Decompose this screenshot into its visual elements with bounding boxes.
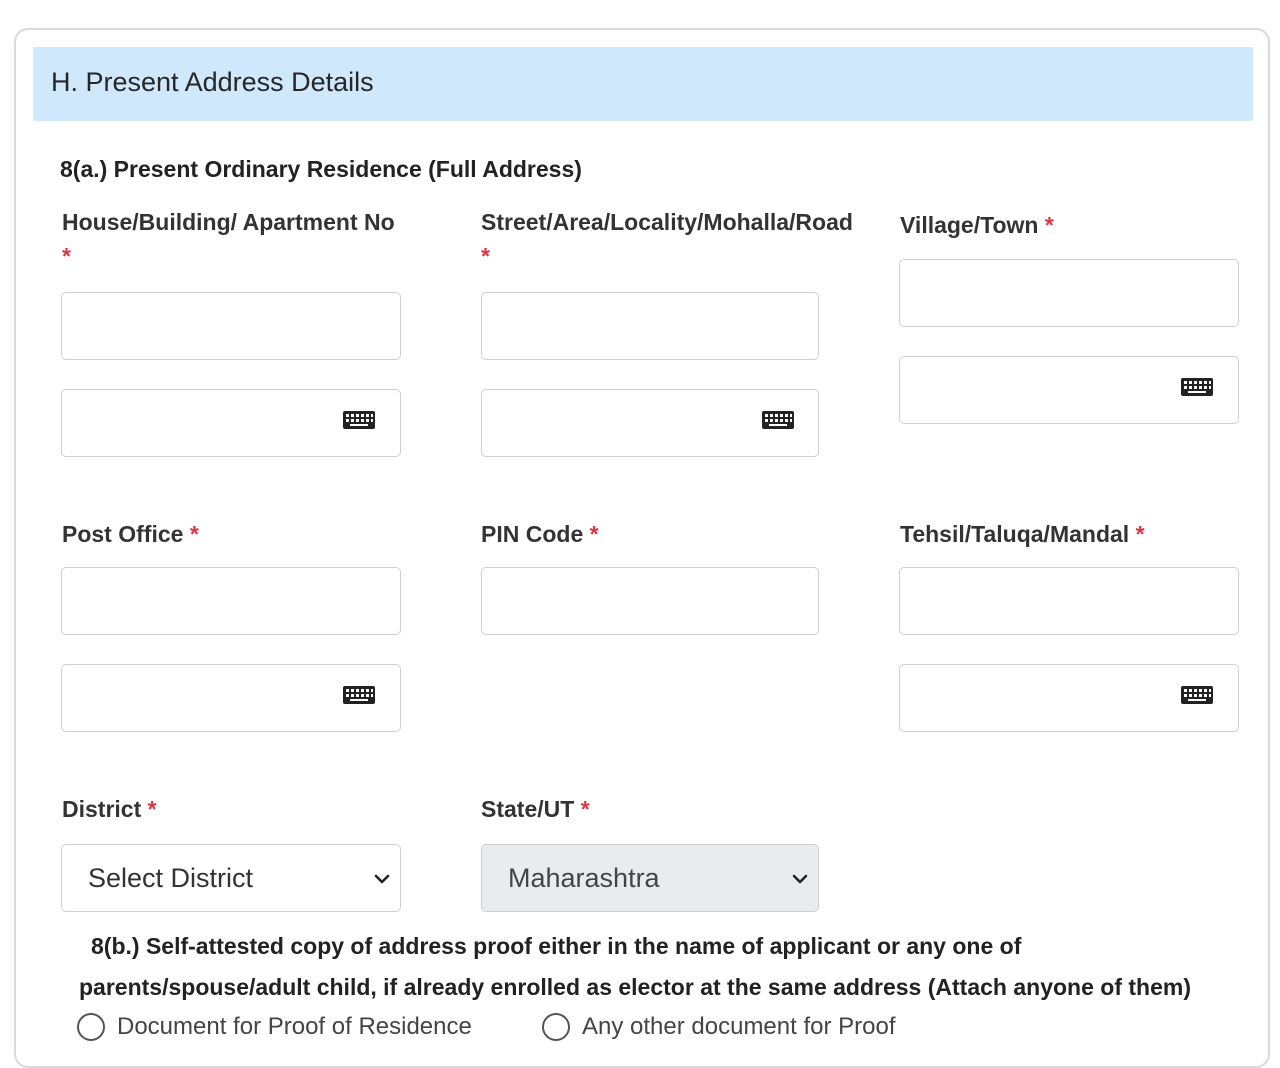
district-select[interactable]: Select District [61, 844, 401, 912]
pin-label: PIN Code * [481, 521, 599, 547]
district-label: District * [62, 796, 157, 822]
tehsil-label: Tehsil/Taluqa/Mandal * [900, 521, 1145, 547]
state-select: Maharashtra [481, 844, 819, 912]
village-input[interactable] [899, 259, 1239, 327]
required-mark: * [580, 796, 590, 822]
street-input[interactable] [481, 292, 819, 360]
street-label: Street/Area/Locality/Mohalla/Road * [481, 209, 853, 269]
required-mark: * [147, 796, 157, 822]
post-office-label: Post Office * [62, 521, 199, 547]
chevron-down-icon [374, 874, 390, 884]
required-mark: * [481, 243, 490, 269]
post-office-input[interactable] [61, 567, 401, 635]
required-mark: * [1135, 521, 1145, 547]
keyboard-icon[interactable] [761, 410, 795, 430]
subsection-b-line1: 8(b.) Self-attested copy of address proo… [91, 933, 1022, 959]
pin-input[interactable] [481, 567, 819, 635]
subsection-b-line2: parents/spouse/adult child, if already e… [79, 974, 1191, 1000]
keyboard-icon[interactable] [342, 685, 376, 705]
section-title: H. Present Address Details [51, 67, 374, 97]
section-header: H. Present Address Details [33, 47, 1253, 121]
keyboard-icon[interactable] [1180, 685, 1214, 705]
keyboard-icon[interactable] [342, 410, 376, 430]
house-input[interactable] [61, 292, 401, 360]
state-selected-value: Maharashtra [508, 862, 660, 893]
required-mark: * [1044, 212, 1054, 238]
chevron-down-icon [792, 874, 808, 884]
keyboard-icon[interactable] [1180, 377, 1214, 397]
district-selected-value: Select District [88, 862, 254, 893]
subsection-a-title: 8(a.) Present Ordinary Residence (Full A… [60, 156, 582, 182]
house-label: House/Building/ Apartment No * [62, 209, 395, 269]
village-label: Village/Town * [900, 212, 1054, 238]
required-mark: * [589, 521, 599, 547]
state-label: State/UT * [481, 796, 590, 822]
required-mark: * [62, 243, 71, 269]
tehsil-input[interactable] [899, 567, 1239, 635]
required-mark: * [189, 521, 199, 547]
